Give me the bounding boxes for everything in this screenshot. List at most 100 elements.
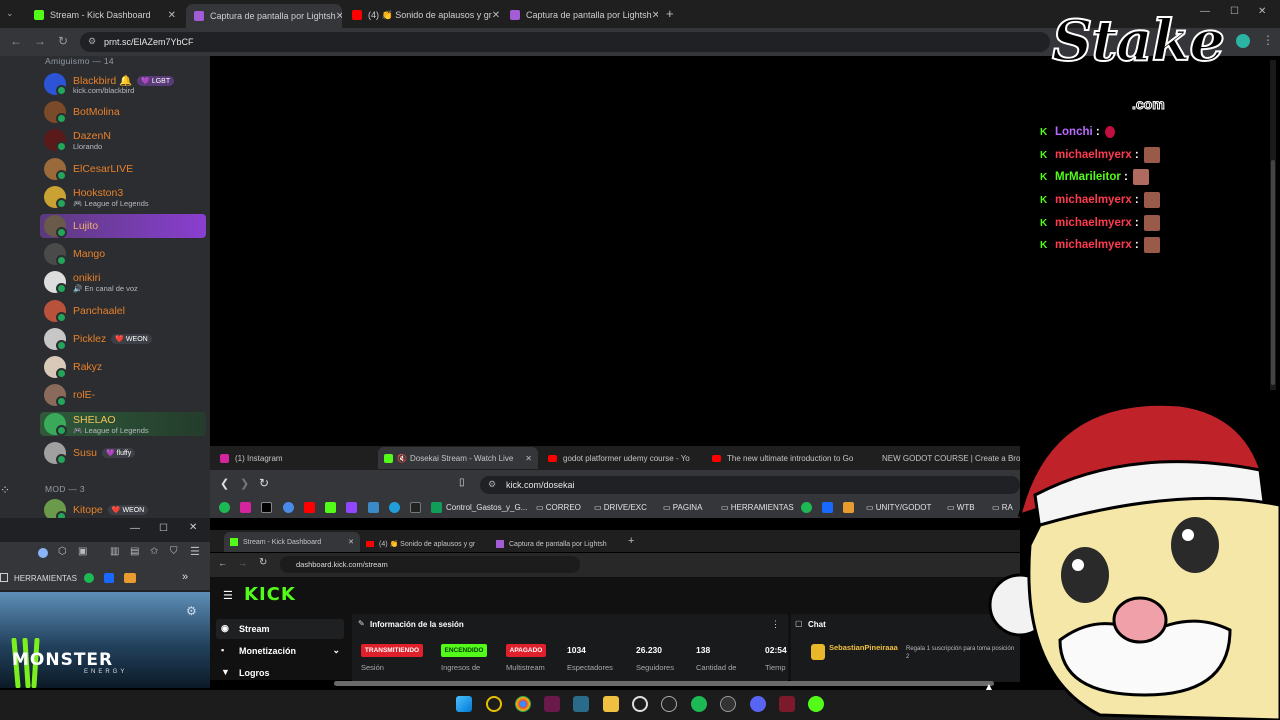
medium-icon[interactable] xyxy=(410,502,421,513)
friend-item[interactable]: Blackbird 🔔 💜 LGBT kick.com/blackbird xyxy=(40,72,206,96)
twitch-icon[interactable] xyxy=(346,502,357,513)
muted-icon[interactable]: 🔇 xyxy=(397,454,407,463)
bookmark-folder[interactable]: HERRAMIENTAS xyxy=(14,574,77,583)
bookmark-icon[interactable]: ▯ xyxy=(459,477,465,488)
maximize-button[interactable]: ☐ xyxy=(1230,6,1239,17)
app-icon[interactable] xyxy=(544,696,560,712)
friend-item[interactable]: BotMolina xyxy=(40,100,206,124)
star-icon[interactable]: ✩ xyxy=(150,546,158,557)
maximize-button[interactable]: ☐ xyxy=(159,523,168,534)
behance-icon[interactable] xyxy=(104,573,114,583)
cloud-icon[interactable] xyxy=(283,502,294,513)
apps-grid-icon[interactable]: ⁘ xyxy=(0,483,10,497)
chevron-down-icon[interactable]: ⌄ xyxy=(332,645,340,656)
steam-icon[interactable] xyxy=(720,696,736,712)
telegram-icon[interactable] xyxy=(389,502,400,513)
browser-tab-active[interactable]: 🔇 Dosekai Stream - Watch Live ✕ xyxy=(378,447,538,469)
youtube-icon[interactable] xyxy=(304,502,315,513)
spotify-icon[interactable] xyxy=(84,573,94,583)
friend-item[interactable]: Susu 💜 fluffy xyxy=(40,441,206,465)
bookmark-link[interactable]: Control_Gastos_y_G... xyxy=(446,503,527,512)
instagram-icon[interactable] xyxy=(240,502,251,513)
forward-button[interactable]: → xyxy=(34,34,46,48)
hamburger-menu-icon[interactable]: ☰ xyxy=(223,589,233,602)
bookmark-icon[interactable] xyxy=(368,502,379,513)
friend-item-highlighted[interactable]: Lujito xyxy=(40,214,206,238)
obs-icon[interactable] xyxy=(632,696,648,712)
app-icon[interactable] xyxy=(779,696,795,712)
app-icon[interactable] xyxy=(573,696,589,712)
menu-icon[interactable]: ⋮ xyxy=(1262,33,1274,47)
address-bar[interactable]: ⚙ kick.com/dosekai xyxy=(480,476,1020,494)
kick-icon[interactable] xyxy=(325,502,336,513)
forward-button[interactable]: → xyxy=(238,558,247,568)
browser-tab-active[interactable]: Stream - Kick Dashboard ✕ xyxy=(224,532,360,552)
bookmark-folder[interactable]: ▭ PAGINA xyxy=(663,503,702,512)
back-button[interactable]: ❮ xyxy=(220,477,229,490)
tab-search-icon[interactable]: ⌄ xyxy=(6,8,14,19)
horizontal-scrollbar[interactable] xyxy=(334,681,994,686)
spotify-icon[interactable] xyxy=(691,696,707,712)
x-icon[interactable] xyxy=(261,502,272,513)
reload-button[interactable]: ↻ xyxy=(259,476,269,490)
more-options-icon[interactable]: ⋮ xyxy=(771,619,780,630)
address-bar[interactable]: ⚙ prnt.sc/ElAZem7YbCF xyxy=(80,32,1050,52)
profile-avatar[interactable] xyxy=(1236,34,1250,48)
friend-item[interactable]: DazenN Llorando xyxy=(40,128,206,152)
chrome-icon[interactable] xyxy=(515,696,531,712)
new-tab-button[interactable]: + xyxy=(628,535,634,547)
more-bookmarks-icon[interactable]: » xyxy=(182,571,188,583)
friend-item[interactable]: Picklez ❤️ WEON xyxy=(40,327,206,351)
nav-achievements[interactable]: ▼ Logros xyxy=(216,663,344,683)
browser-tab[interactable]: (4) 👏 Sonido de aplausos y gr ✕ xyxy=(344,4,500,26)
friend-item-highlighted[interactable]: SHELAO 🎮 League of Legends xyxy=(40,412,206,436)
close-icon[interactable]: ✕ xyxy=(525,454,532,463)
behance-icon[interactable] xyxy=(822,502,833,513)
app-icon[interactable] xyxy=(661,696,677,712)
menu-icon[interactable]: ☰ xyxy=(190,545,200,558)
friend-item[interactable]: onikiri 🔊 En canal de voz xyxy=(40,270,206,294)
close-window-button[interactable]: ✕ xyxy=(1258,6,1266,17)
sidepanel-icon[interactable]: ▥ xyxy=(110,546,119,557)
friend-item[interactable]: ElCesarLIVE xyxy=(40,157,206,181)
extensions-icon[interactable]: ⬡ xyxy=(58,546,67,557)
start-button[interactable] xyxy=(456,696,472,712)
close-window-button[interactable]: ✕ xyxy=(189,522,197,533)
site-info-icon[interactable]: ⚙ xyxy=(88,36,96,47)
shield-icon[interactable]: ⛉ xyxy=(170,546,178,557)
forward-button[interactable]: ❯ xyxy=(240,477,249,490)
friend-item[interactable]: rolE- xyxy=(40,383,206,407)
settings-icon[interactable]: ⚙ xyxy=(186,604,197,618)
close-icon[interactable]: ✕ xyxy=(336,11,342,22)
close-icon[interactable]: ✕ xyxy=(652,10,658,21)
back-button[interactable]: ← xyxy=(218,558,227,568)
friend-item[interactable]: Rakyz xyxy=(40,355,206,379)
bookmark-folder[interactable]: ▭ WTB xyxy=(947,503,975,512)
sheets-icon[interactable] xyxy=(431,502,442,513)
app-icon[interactable] xyxy=(808,696,824,712)
window-icon[interactable]: ▤ xyxy=(130,546,139,557)
bookmark-icon[interactable] xyxy=(843,502,854,513)
friend-item[interactable]: Kitope ❤️ WEON xyxy=(40,498,206,518)
close-icon[interactable]: ✕ xyxy=(492,10,500,21)
file-explorer-icon[interactable] xyxy=(603,696,619,712)
browser-tab[interactable]: (1) Instagram xyxy=(220,449,370,467)
scrollbar-thumb[interactable] xyxy=(1271,160,1275,385)
reload-button[interactable]: ↻ xyxy=(259,557,267,568)
bookmark-folder[interactable]: ▭ CORREO xyxy=(536,503,581,512)
bookmark-folder[interactable]: ▭ DRIVE/EXC xyxy=(594,503,647,512)
screenshot-icon[interactable]: ▣ xyxy=(78,546,87,557)
browser-tab[interactable]: Captura de pantalla por Lightsh xyxy=(496,535,626,553)
close-icon[interactable]: ✕ xyxy=(168,10,176,21)
bookmark-folder[interactable]: ▭ HERRAMIENTAS xyxy=(721,503,794,512)
site-info-icon[interactable]: ⚙ xyxy=(488,479,496,490)
bookmark-folder[interactable]: ▭ UNITY/GODOT xyxy=(866,503,931,512)
app-icon[interactable] xyxy=(486,696,502,712)
nav-monetization[interactable]: ▪ Monetización ⌄ xyxy=(216,641,344,661)
browser-tab[interactable]: (4) 👏 Sonido de aplausos y gr xyxy=(366,535,486,553)
back-button[interactable]: ← xyxy=(10,34,22,48)
bookmark-icon[interactable] xyxy=(124,573,136,583)
browser-tab[interactable]: The new ultimate introduction to Go xyxy=(712,449,862,467)
discord-icon[interactable] xyxy=(750,696,766,712)
browser-tab[interactable]: godot platformer udemy course - Yo xyxy=(548,449,698,467)
